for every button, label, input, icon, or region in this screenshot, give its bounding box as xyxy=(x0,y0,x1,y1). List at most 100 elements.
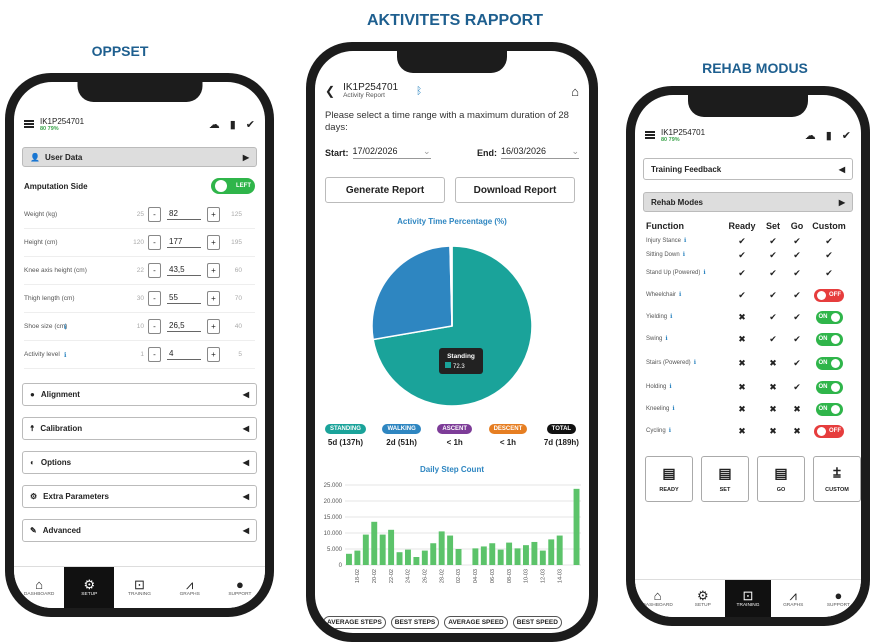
cloud-icon[interactable]: ☁ xyxy=(209,118,220,131)
custom-cell[interactable]: ON xyxy=(808,328,850,350)
decrement-button[interactable]: - xyxy=(148,235,161,250)
end-date-select[interactable]: 16/03/2026 ⌄ xyxy=(501,146,579,159)
info-icon[interactable]: ℹ xyxy=(64,323,124,331)
nav-training[interactable]: ⊡ TRAINING xyxy=(114,567,164,608)
y-tick-label: 20.000 xyxy=(324,499,343,505)
section-options[interactable]: ◐ Options ◀ xyxy=(22,451,257,474)
custom-toggle[interactable]: OFF xyxy=(814,424,844,438)
alignment-icon: ● xyxy=(30,390,35,399)
increment-button[interactable]: + xyxy=(207,263,220,278)
custom-toggle[interactable]: ON xyxy=(815,332,843,346)
field-value-input[interactable]: 55 xyxy=(167,293,201,304)
decrement-button[interactable]: - xyxy=(148,263,161,278)
cloud-icon[interactable]: ☁ xyxy=(805,129,816,142)
info-icon[interactable]: ℹ xyxy=(684,238,686,245)
metric-pill[interactable]: BEST STEPS xyxy=(390,616,440,629)
nav-graphs[interactable]: ⩘ GRAPHS xyxy=(771,580,816,617)
mode-mark: ✔ xyxy=(738,267,746,278)
home-icon[interactable]: ⌂ xyxy=(571,84,579,99)
generate-report-button[interactable]: Generate Report xyxy=(325,177,445,203)
section-advanced[interactable]: ✎ Advanced ◀ xyxy=(22,519,257,542)
custom-cell[interactable]: OFF xyxy=(808,284,850,306)
decrement-button[interactable]: - xyxy=(148,207,161,222)
nav-training[interactable]: ⊡ TRAINING xyxy=(725,580,771,617)
info-icon[interactable]: ℹ xyxy=(679,292,681,299)
section-alignment[interactable]: ● Alignment ◀ xyxy=(22,383,257,406)
info-icon[interactable]: ℹ xyxy=(670,314,672,321)
increment-button[interactable]: + xyxy=(207,347,220,362)
section-user-data[interactable]: 👤 User Data ▶ xyxy=(22,147,257,167)
decrement-button[interactable]: - xyxy=(148,291,161,306)
mode-mark: ✔ xyxy=(769,267,777,278)
metric-pill[interactable]: AVERAGE STEPS xyxy=(323,616,386,629)
section-rehab-modes[interactable]: Rehab Modes ▶ xyxy=(643,192,853,212)
info-icon[interactable]: ℹ xyxy=(64,351,124,359)
custom-cell[interactable]: OFF xyxy=(808,420,850,442)
field-value-input[interactable]: 177 xyxy=(167,237,201,248)
info-icon[interactable]: ℹ xyxy=(694,360,696,367)
info-icon[interactable]: ℹ xyxy=(703,270,705,277)
custom-cell[interactable]: ON xyxy=(808,350,850,376)
custom-toggle[interactable]: OFF xyxy=(814,288,844,302)
custom-cell[interactable]: ON xyxy=(808,398,850,420)
copy-icon[interactable]: ▮ xyxy=(826,129,832,142)
mode-mark: ✖ xyxy=(738,381,746,392)
nav-dashboard[interactable]: ⌂ DASHBOARD xyxy=(635,580,680,617)
x-tick-label: 04-03 xyxy=(473,569,479,583)
back-icon[interactable]: ❮ xyxy=(325,84,335,98)
menu-icon[interactable] xyxy=(24,120,34,128)
decrement-button[interactable]: - xyxy=(148,347,161,362)
section-extra-parameters[interactable]: ⚙ Extra Parameters ◀ xyxy=(22,485,257,508)
info-icon[interactable]: ℹ xyxy=(665,336,667,343)
nav-support[interactable]: ● SUPPORT xyxy=(215,567,265,608)
custom-toggle[interactable]: ON xyxy=(815,356,843,370)
mode-icon: ▤ xyxy=(774,465,788,481)
mode-ready-button[interactable]: ▤ READY xyxy=(645,456,693,502)
mode-go-button[interactable]: ▤ GO xyxy=(757,456,805,502)
download-report-button[interactable]: Download Report xyxy=(455,177,575,203)
custom-toggle[interactable]: ON xyxy=(815,310,843,324)
info-icon[interactable]: ℹ xyxy=(683,252,685,259)
nav-dashboard[interactable]: ⌂ DASHBOARD xyxy=(14,567,64,608)
table-header: Custom xyxy=(812,220,846,231)
y-tick-label: 10.000 xyxy=(324,531,343,537)
advanced-icon: ✎ xyxy=(30,526,37,535)
mode-mark: ✔ xyxy=(769,249,777,260)
bar xyxy=(396,552,403,565)
info-icon[interactable]: ℹ xyxy=(669,384,671,391)
table-header: Ready xyxy=(728,220,756,231)
increment-button[interactable]: + xyxy=(207,319,220,334)
field-value-input[interactable]: 43,5 xyxy=(167,265,201,276)
custom-toggle[interactable]: ON xyxy=(815,380,843,394)
nav-support[interactable]: ● SUPPORT xyxy=(816,580,861,617)
check-icon[interactable]: ✔ xyxy=(842,129,851,142)
field-value-input[interactable]: 82 xyxy=(167,209,201,220)
side-toggle[interactable]: LEFT xyxy=(211,178,255,194)
increment-button[interactable]: + xyxy=(207,291,220,306)
nav-graphs[interactable]: ⩘ GRAPHS xyxy=(165,567,215,608)
metric-pill[interactable]: BEST SPEED xyxy=(512,616,562,629)
decrement-button[interactable]: - xyxy=(148,319,161,334)
section-training-feedback[interactable]: Training Feedback ◀ xyxy=(643,158,853,180)
metric-pill[interactable]: AVERAGE SPEED xyxy=(444,616,508,629)
start-date-select[interactable]: 17/02/2026 ⌄ xyxy=(352,146,431,159)
bar xyxy=(539,550,546,565)
menu-icon[interactable] xyxy=(645,131,655,139)
nav-setup[interactable]: ⚙ SETUP xyxy=(680,580,725,617)
info-icon[interactable]: ℹ xyxy=(672,406,674,413)
increment-button[interactable]: + xyxy=(207,235,220,250)
mode-set-button[interactable]: ▤ SET xyxy=(701,456,749,502)
increment-button[interactable]: + xyxy=(207,207,220,222)
function-name: Cycling ℹ xyxy=(646,427,671,435)
section-calibration[interactable]: ☨ Calibration ◀ xyxy=(22,417,257,440)
mode-custom-button[interactable]: ⩲ CUSTOM xyxy=(813,456,861,502)
info-icon[interactable]: ℹ xyxy=(669,428,671,435)
check-icon[interactable]: ✔ xyxy=(246,118,255,131)
custom-cell[interactable]: ON xyxy=(808,306,850,328)
field-value-input[interactable]: 4 xyxy=(167,349,201,360)
field-value-input[interactable]: 26,5 xyxy=(167,321,201,332)
custom-cell[interactable]: ON xyxy=(808,376,850,398)
copy-icon[interactable]: ▮ xyxy=(230,118,236,131)
nav-setup[interactable]: ⚙ SETUP xyxy=(64,567,115,608)
custom-toggle[interactable]: ON xyxy=(815,402,843,416)
